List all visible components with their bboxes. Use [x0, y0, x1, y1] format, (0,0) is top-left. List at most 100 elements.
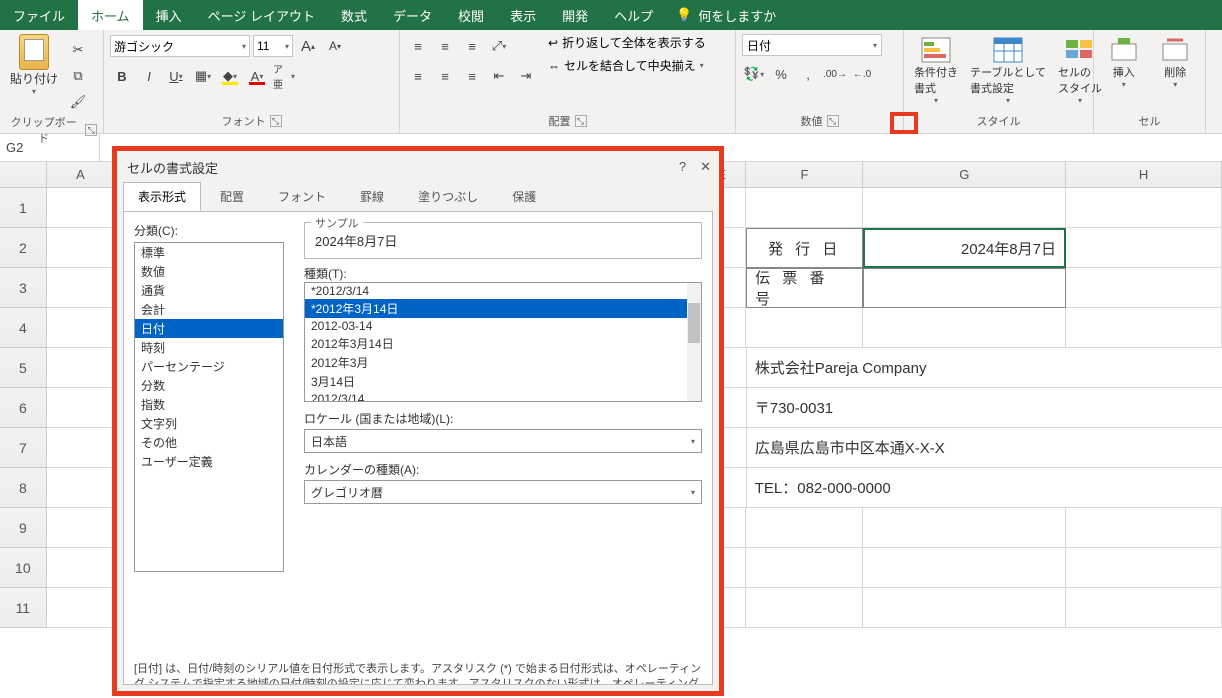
tab-insert[interactable]: 挿入	[143, 0, 195, 30]
cell[interactable]	[746, 508, 863, 548]
align-top-button[interactable]: ≡	[406, 34, 430, 58]
category-listbox[interactable]: 標準数値通貨会計日付時刻パーセンテージ分数指数文字列その他ユーザー定義	[134, 242, 284, 572]
fill-color-button[interactable]: ◆▾	[218, 64, 242, 88]
increase-decimal-button[interactable]: .00→	[823, 62, 847, 86]
row-header[interactable]: 2	[0, 228, 47, 268]
dialog-tab-protection[interactable]: 保護	[497, 182, 551, 211]
cell-F3[interactable]: 伝 票 番 号	[746, 268, 863, 308]
row-header[interactable]: 1	[0, 188, 47, 228]
cell[interactable]	[863, 308, 1066, 348]
col-header-G[interactable]: G	[863, 162, 1066, 188]
category-item[interactable]: ユーザー定義	[135, 452, 283, 471]
bold-button[interactable]: B	[110, 64, 134, 88]
cell[interactable]	[47, 348, 116, 388]
tab-view[interactable]: 表示	[497, 0, 549, 30]
tell-me-search[interactable]: 💡 何をしますか	[666, 0, 786, 30]
calendar-combo[interactable]: グレゴリオ暦▾	[304, 480, 702, 504]
cell[interactable]	[47, 548, 116, 588]
category-item[interactable]: 日付	[135, 319, 283, 338]
increase-indent-button[interactable]: ⇥	[514, 64, 538, 88]
row-header[interactable]: 11	[0, 588, 47, 628]
cell[interactable]	[746, 308, 863, 348]
type-listbox[interactable]: *2012/3/14*2012年3月14日2012-03-142012年3月14…	[304, 282, 702, 402]
percent-button[interactable]	[769, 62, 793, 86]
scrollbar[interactable]	[687, 283, 701, 401]
accounting-format-button[interactable]: 💱▾	[742, 62, 766, 86]
dialog-close-button[interactable]: ✕	[700, 159, 711, 175]
wrap-text-button[interactable]: ↩折り返して全体を表示する	[548, 34, 706, 51]
number-format-select[interactable]: 日付▾	[742, 34, 882, 56]
copy-button[interactable]	[66, 64, 90, 88]
cell[interactable]	[1066, 308, 1222, 348]
decrease-decimal-button[interactable]: ←.0	[850, 62, 874, 86]
tab-review[interactable]: 校閲	[445, 0, 497, 30]
cell-F5[interactable]: 株式会社Pareja Company	[747, 348, 1222, 388]
cell-F2[interactable]: 発 行 日	[746, 228, 863, 268]
dialog-tab-alignment[interactable]: 配置	[205, 182, 259, 211]
tab-file[interactable]: ファイル	[0, 0, 78, 30]
cell[interactable]	[1066, 228, 1222, 268]
dialog-tab-font[interactable]: フォント	[263, 182, 341, 211]
format-painter-button[interactable]	[66, 90, 90, 114]
type-item[interactable]: 2012/3/14	[305, 391, 701, 402]
category-item[interactable]: 分数	[135, 376, 283, 395]
category-item[interactable]: パーセンテージ	[135, 357, 283, 376]
cell[interactable]	[746, 548, 863, 588]
row-header[interactable]: 7	[0, 428, 47, 468]
align-bottom-button[interactable]: ≡	[460, 34, 484, 58]
align-left-button[interactable]: ≡	[406, 64, 430, 88]
cell[interactable]	[1066, 508, 1222, 548]
font-size-select[interactable]: 11▾	[253, 35, 293, 57]
font-name-select[interactable]: 游ゴシック▾	[110, 35, 250, 57]
cell-F6[interactable]: 〒730-0031	[747, 388, 1222, 428]
dialog-help-button[interactable]: ?	[679, 159, 686, 175]
cell[interactable]	[47, 508, 116, 548]
row-header[interactable]: 9	[0, 508, 47, 548]
row-header[interactable]: 8	[0, 468, 47, 508]
cell[interactable]	[47, 428, 116, 468]
cell[interactable]	[746, 188, 863, 228]
scrollbar-thumb[interactable]	[688, 303, 700, 343]
category-item[interactable]: 通貨	[135, 281, 283, 300]
tab-formulas[interactable]: 数式	[328, 0, 380, 30]
cell[interactable]	[47, 588, 116, 628]
cell[interactable]	[47, 388, 116, 428]
tab-data[interactable]: データ	[380, 0, 445, 30]
conditional-format-button[interactable]: 条件付き 書式▾	[910, 34, 962, 107]
cell[interactable]	[863, 508, 1066, 548]
row-header[interactable]: 5	[0, 348, 47, 388]
font-color-button[interactable]: A▾	[245, 64, 269, 88]
cell[interactable]	[863, 588, 1066, 628]
insert-cells-button[interactable]: 挿入▾	[1104, 34, 1144, 91]
col-header-A[interactable]: A	[47, 162, 115, 188]
row-header[interactable]: 3	[0, 268, 47, 308]
type-item[interactable]: 2012-03-14	[305, 318, 701, 334]
category-item[interactable]: 数値	[135, 262, 283, 281]
paste-button[interactable]: 貼り付け ▾	[6, 34, 62, 98]
merge-center-button[interactable]: ⇔セルを結合して中央揃え▾	[548, 57, 706, 74]
tab-pagelayout[interactable]: ページ レイアウト	[195, 0, 328, 30]
align-center-button[interactable]: ≡	[433, 64, 457, 88]
cell[interactable]	[1066, 268, 1222, 308]
italic-button[interactable]: I	[137, 64, 161, 88]
category-item[interactable]: 時刻	[135, 338, 283, 357]
cell[interactable]	[1066, 588, 1222, 628]
col-header-H[interactable]: H	[1066, 162, 1222, 188]
category-item[interactable]: 文字列	[135, 414, 283, 433]
cell[interactable]	[47, 268, 116, 308]
delete-cells-button[interactable]: 削除▾	[1155, 34, 1195, 91]
tab-dev[interactable]: 開発	[549, 0, 601, 30]
select-all-corner[interactable]	[0, 162, 47, 188]
category-item[interactable]: その他	[135, 433, 283, 452]
type-item[interactable]: *2012/3/14	[305, 283, 701, 299]
font-launcher[interactable]: ⤡	[270, 115, 282, 127]
cell[interactable]	[746, 588, 863, 628]
decrease-font-button[interactable]: A▾	[323, 34, 347, 58]
underline-button[interactable]: U▾	[164, 64, 188, 88]
cell-F7[interactable]: 広島県広島市中区本通X-X-X	[747, 428, 1222, 468]
comma-button[interactable]	[796, 62, 820, 86]
row-header[interactable]: 4	[0, 308, 47, 348]
dialog-tab-number[interactable]: 表示形式	[123, 182, 201, 211]
dialog-tab-fill[interactable]: 塗りつぶし	[403, 182, 493, 211]
decrease-indent-button[interactable]: ⇤	[487, 64, 511, 88]
